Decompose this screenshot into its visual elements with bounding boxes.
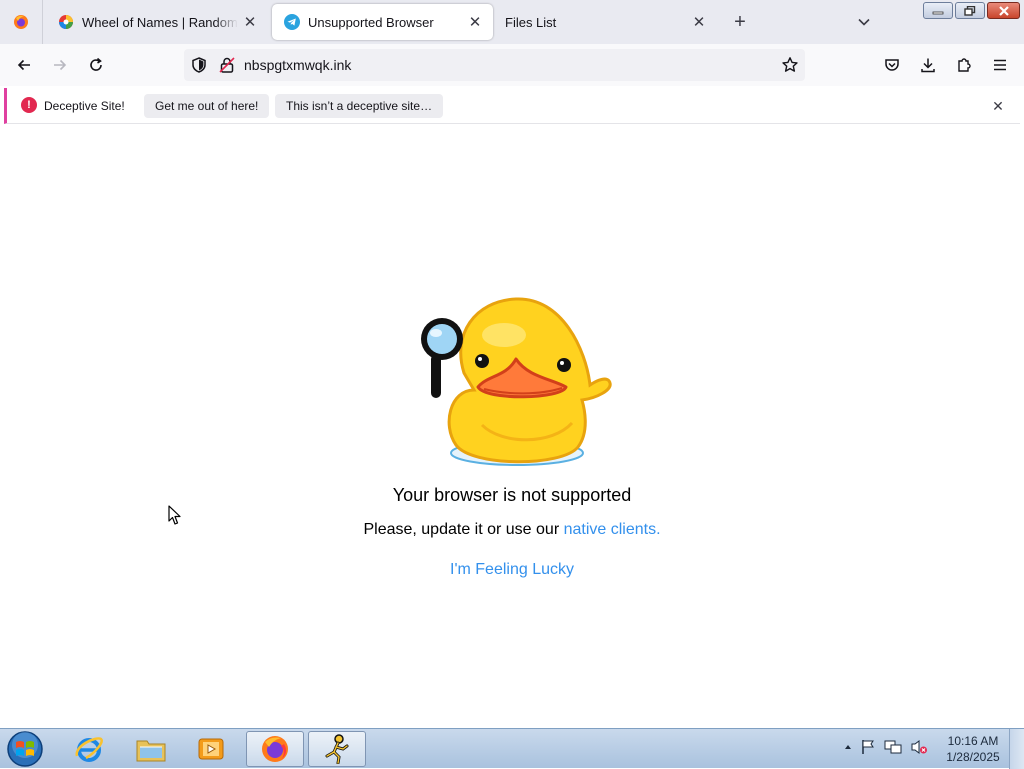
volume-muted-icon[interactable] <box>910 739 928 755</box>
telegram-icon <box>284 14 300 30</box>
firefox-icon <box>262 736 288 762</box>
system-tray <box>844 739 928 755</box>
tab-close-button[interactable]: ✕ <box>687 10 711 34</box>
show-hidden-icons-icon[interactable] <box>844 743 852 751</box>
not-deceptive-button[interactable]: This isn’t a deceptive site… <box>275 94 444 118</box>
tab-title: Wheel of Names | Random name picker <box>82 14 238 30</box>
tab-title: Unsupported Browser <box>308 14 434 30</box>
chevron-down-icon <box>858 18 870 26</box>
tab-close-button[interactable]: ✕ <box>238 10 262 34</box>
taskbar-aim[interactable] <box>308 731 366 767</box>
close-window-button[interactable] <box>987 2 1020 19</box>
aim-icon <box>325 734 349 764</box>
tab-wheel-of-names[interactable]: Wheel of Names | Random name picker ✕ <box>46 4 268 40</box>
restore-icon <box>964 5 976 16</box>
get-me-out-button[interactable]: Get me out of here! <box>144 94 270 118</box>
close-icon <box>998 5 1009 16</box>
notification-message: Deceptive Site! <box>44 99 125 113</box>
show-desktop-button[interactable] <box>1009 729 1024 769</box>
tab-strip: Wheel of Names | Random name picker ✕ Un… <box>0 0 1024 44</box>
action-center-flag-icon[interactable] <box>860 739 876 755</box>
media-player-icon <box>198 738 224 760</box>
page-content: Your browser is not supported Please, up… <box>0 125 1024 728</box>
taskbar-windows-explorer[interactable] <box>122 731 180 767</box>
pocket-button[interactable] <box>880 53 904 77</box>
notification-close-button[interactable]: ✕ <box>988 96 1008 116</box>
taskbar-internet-explorer[interactable] <box>60 731 118 767</box>
clock-time: 10:16 AM <box>947 734 999 748</box>
update-message: Please, update it or use our native clie… <box>0 521 1024 539</box>
reload-button[interactable] <box>84 53 108 77</box>
reload-icon <box>90 57 102 71</box>
taskbar-firefox[interactable] <box>246 731 304 767</box>
taskbar-clock[interactable]: 10:16 AM 1/28/2025 <box>938 733 1008 765</box>
start-button[interactable] <box>6 731 44 767</box>
back-button[interactable] <box>12 53 36 77</box>
minimize-button[interactable] <box>923 2 953 19</box>
network-icon[interactable] <box>884 739 902 755</box>
tab-files-list[interactable]: Files List ✕ <box>495 4 717 40</box>
extensions-button[interactable] <box>952 53 976 77</box>
star-icon[interactable] <box>781 56 799 74</box>
downloads-button[interactable] <box>916 53 940 77</box>
forward-button[interactable] <box>48 53 72 77</box>
app-menu-button[interactable] <box>988 53 1012 77</box>
ie-icon <box>75 737 103 762</box>
lock-icon[interactable] <box>218 56 236 74</box>
shield-icon[interactable] <box>190 56 208 74</box>
windows-taskbar: 10:16 AM 1/28/2025 <box>0 728 1024 769</box>
new-tab-button[interactable]: + <box>728 10 752 34</box>
firefox-view-button[interactable] <box>0 0 43 44</box>
forward-icon <box>54 59 67 71</box>
feeling-lucky-link[interactable]: I'm Feeling Lucky <box>0 561 1024 579</box>
explorer-icon <box>136 740 166 762</box>
tab-unsupported-browser[interactable]: Unsupported Browser ✕ <box>272 4 493 40</box>
list-all-tabs-button[interactable] <box>852 10 876 34</box>
wheel-icon <box>59 15 73 29</box>
pocket-icon <box>885 59 899 71</box>
download-icon <box>921 58 935 73</box>
mouse-cursor-icon <box>168 505 181 525</box>
windows-start-icon <box>7 731 43 767</box>
menu-icon <box>994 59 1006 71</box>
duck-with-magnifier-illustration <box>421 297 612 466</box>
tab-close-button[interactable]: ✕ <box>463 10 487 34</box>
native-clients-link[interactable]: native clients. <box>564 521 661 538</box>
restore-button[interactable] <box>955 2 985 19</box>
deceptive-site-notification: ! Deceptive Site! Get me out of here! Th… <box>4 88 1020 124</box>
minimize-icon <box>932 11 944 14</box>
update-message-text: Please, update it or use our <box>363 521 564 538</box>
url-text[interactable]: nbspgtxmwqk.ink <box>244 57 351 73</box>
clock-date: 1/28/2025 <box>946 750 1000 764</box>
back-icon <box>17 59 30 71</box>
unsupported-browser-heading: Your browser is not supported <box>392 485 632 505</box>
window-controls <box>923 2 1020 19</box>
warning-icon: ! <box>21 97 37 113</box>
firefox-icon <box>14 15 28 29</box>
address-bar[interactable]: nbspgtxmwqk.ink <box>184 49 805 81</box>
navigation-toolbar: nbspgtxmwqk.ink <box>0 44 1024 86</box>
taskbar-media-player[interactable] <box>182 731 240 767</box>
tab-title: Files List <box>505 14 557 30</box>
extensions-icon <box>958 58 971 72</box>
